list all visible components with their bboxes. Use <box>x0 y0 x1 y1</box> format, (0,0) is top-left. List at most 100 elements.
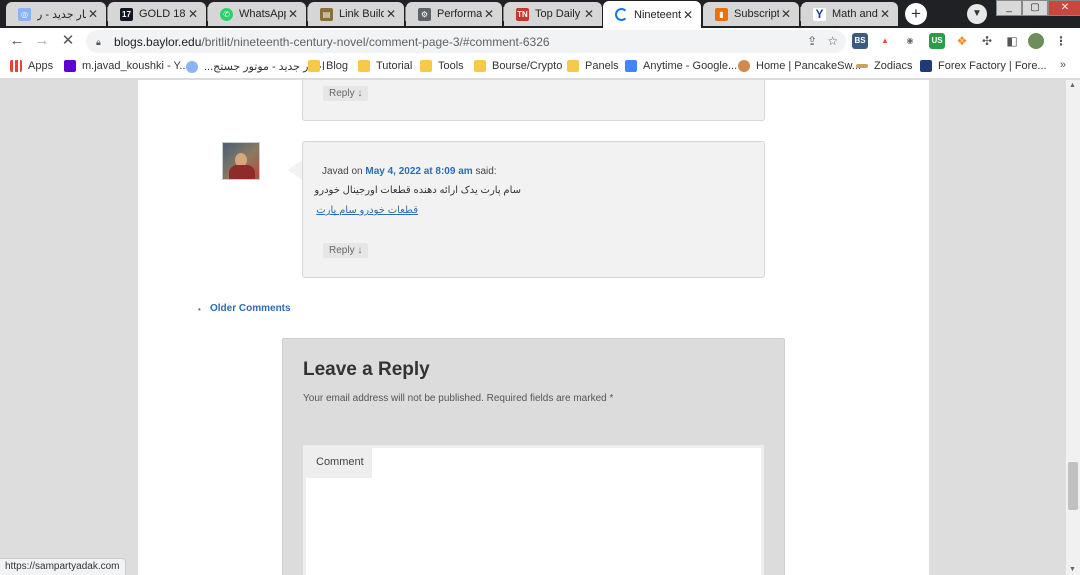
folder-icon <box>474 60 486 72</box>
yahoo-icon: Y <box>813 7 826 21</box>
bookmark-folder-bourse[interactable]: Bourse/Crypto <box>474 60 562 72</box>
window-controls: _ ▢ ✕ <box>996 0 1080 16</box>
close-icon[interactable]: ✕ <box>482 7 496 21</box>
bookmarks-overflow-button[interactable]: » <box>1060 59 1066 71</box>
new-tab-button[interactable]: + <box>905 3 927 25</box>
comment-pointer <box>288 160 302 180</box>
loading-icon <box>615 8 628 21</box>
tab-title: Nineteenth <box>634 8 681 21</box>
apps-grid-icon <box>10 60 22 72</box>
bookmark-pancakeswap[interactable]: Home | PancakeSw... <box>738 60 861 72</box>
share-icon[interactable]: ⇪ <box>807 34 817 48</box>
tab-title: Top Daily N <box>535 8 582 20</box>
close-icon[interactable]: ✕ <box>779 7 793 21</box>
bookmark-yahoo-mail[interactable]: m.javad_koushki - Y... <box>64 60 189 72</box>
tab-strip: ◎ اخبار جدید - ر ✕ 17 GOLD 1866.4 ✕ ✆ Wh… <box>0 0 1080 28</box>
comment-javad: Javad on May 4, 2022 at 8:09 am said: سا… <box>302 141 765 278</box>
google-docs-icon <box>625 60 637 72</box>
close-icon[interactable]: ✕ <box>384 7 398 21</box>
close-icon[interactable]: ✕ <box>582 7 596 21</box>
tab-title: Link Building <box>339 8 384 20</box>
minimize-button[interactable]: _ <box>996 0 1022 16</box>
address-bar[interactable]: 🔒︎ blogs.baylor.edu/britlit/nineteenth-c… <box>86 30 846 53</box>
bookmark-folder-blog[interactable]: Blog <box>308 60 348 72</box>
bookmark-zodiacs[interactable]: Zodiacs <box>856 60 913 72</box>
puzzle-icon[interactable]: ✣ <box>979 33 995 49</box>
close-icon[interactable]: ✕ <box>186 7 200 21</box>
tab-whatsapp[interactable]: ✆ WhatsApp ✕ <box>208 2 306 26</box>
tab-title: Math and S <box>832 8 878 20</box>
reply-button[interactable]: Reply ↓ <box>323 86 369 101</box>
avatar[interactable] <box>1028 33 1044 49</box>
tab-gold[interactable]: 17 GOLD 1866.4 ✕ <box>108 2 206 26</box>
older-comments-link[interactable]: Older Comments <box>210 303 291 314</box>
bookmark-anytime[interactable]: Anytime - Google... <box>625 60 737 72</box>
reply-button[interactable]: Reply ↓ <box>323 243 369 258</box>
zodiacs-icon <box>856 64 868 68</box>
status-bar-url: https://sampartyadak.com <box>0 558 126 575</box>
bookmark-folder-tutorial[interactable]: Tutorial <box>358 60 412 72</box>
tab-performance[interactable]: ⚙ Performance ✕ <box>406 2 502 26</box>
scroll-down-icon[interactable]: ▼ <box>1069 566 1076 573</box>
forward-button[interactable]: → <box>30 29 54 53</box>
tab-search-button[interactable]: ▼ <box>967 4 987 24</box>
bookmark-akhbar[interactable]: اخبار جدید - موتور جستج... <box>186 60 325 73</box>
close-icon[interactable]: ✕ <box>286 7 300 21</box>
bookmark-apps[interactable]: Apps <box>10 60 53 72</box>
settings-icon: ⚙ <box>418 7 431 21</box>
scrollbar-thumb[interactable] <box>1068 462 1078 510</box>
bullet-icon: • <box>198 305 201 314</box>
maximize-button[interactable]: ▢ <box>1022 0 1048 16</box>
tab-link-building[interactable]: ▤ Link Building ✕ <box>308 2 404 26</box>
close-icon[interactable]: ✕ <box>681 8 695 22</box>
tab-subscription[interactable]: ▮ Subscription ✕ <box>703 2 799 26</box>
subscription-icon: ▮ <box>715 7 728 21</box>
close-window-button[interactable]: ✕ <box>1048 0 1080 16</box>
tab-top-daily[interactable]: TN Top Daily N ✕ <box>504 2 602 26</box>
folder-icon <box>567 60 579 72</box>
bookmarks-bar: Apps m.javad_koushki - Y... اخبار جدید -… <box>0 55 1080 79</box>
avatar <box>222 142 260 180</box>
url-path: /britlit/nineteenth-century-novel/commen… <box>201 34 550 49</box>
tab-title: GOLD 1866.4 <box>139 8 186 20</box>
comment-date-link[interactable]: May 4, 2022 at 8:09 am <box>365 166 472 177</box>
stop-loading-button[interactable]: ✕ <box>56 29 80 53</box>
comment-author: Javad <box>322 166 349 177</box>
tab-title: Subscription <box>734 8 779 20</box>
back-button[interactable]: ← <box>5 29 29 53</box>
side-panel-icon[interactable]: ◧ <box>1004 33 1020 49</box>
extension-vpn-us-icon[interactable]: US <box>929 33 945 49</box>
comment-link[interactable]: قطعات خودرو سام پارت <box>316 205 418 216</box>
tab-title: WhatsApp <box>239 8 286 20</box>
tab-math[interactable]: Y Math and S ✕ <box>801 2 898 26</box>
menu-kebab-icon[interactable]: ⋮ <box>1053 33 1069 49</box>
page-icon: ▤ <box>320 7 333 21</box>
close-icon[interactable]: ✕ <box>86 7 100 21</box>
tab-akhbar[interactable]: ◎ اخبار جدید - ر ✕ <box>6 2 106 26</box>
comment-text: سام پارت یدک ارائه دهنده قطعات اورجینال … <box>314 185 521 196</box>
previous-comment: Reply ↓ <box>302 80 765 121</box>
metamask-icon[interactable]: ❖ <box>954 33 970 49</box>
comment-textarea[interactable]: Comment <box>303 445 764 575</box>
tab-title: Performance <box>437 8 482 20</box>
scroll-up-icon[interactable]: ▲ <box>1069 82 1076 89</box>
bookmark-forex-factory[interactable]: Forex Factory | Fore... <box>920 60 1047 72</box>
bookmark-folder-panels[interactable]: Panels <box>567 60 619 72</box>
leave-reply-form: Leave a Reply Your email address will no… <box>282 338 785 575</box>
extension-arrows-icon[interactable]: ▲ <box>877 33 893 49</box>
bookmark-folder-tools[interactable]: Tools <box>420 60 464 72</box>
extension-bs-icon[interactable]: BS <box>852 33 868 49</box>
folder-icon <box>420 60 432 72</box>
pancakeswap-icon <box>738 60 750 72</box>
tdn-icon: TN <box>516 7 529 21</box>
tab-nineteenth[interactable]: Nineteenth ✕ <box>603 1 701 28</box>
reply-title: Leave a Reply <box>303 359 430 380</box>
lock-icon[interactable]: 🔒︎ <box>96 37 106 47</box>
comment-label: Comment <box>306 448 372 478</box>
tab-title: اخبار جدید - ر <box>37 8 86 21</box>
page-scrollbar[interactable]: ▲ ▼ <box>1066 80 1080 575</box>
folder-icon <box>358 60 370 72</box>
bookmark-star-icon[interactable]: ☆ <box>827 34 838 48</box>
camera-icon[interactable]: ◉ <box>902 33 918 49</box>
close-icon[interactable]: ✕ <box>878 7 892 21</box>
